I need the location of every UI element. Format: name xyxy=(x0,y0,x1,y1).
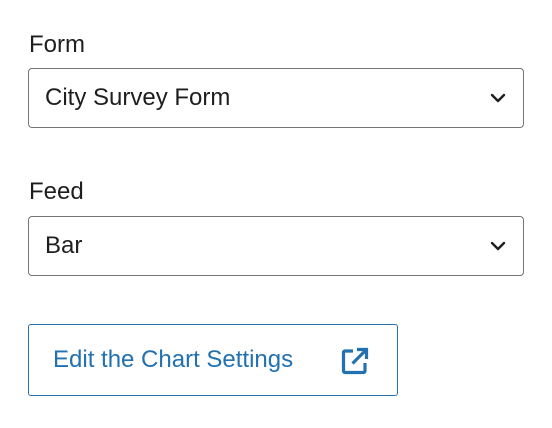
edit-chart-settings-label: Edit the Chart Settings xyxy=(53,346,294,373)
feed-select[interactable]: Bar xyxy=(28,216,524,276)
form-select[interactable]: City Survey Form xyxy=(28,68,524,128)
chevron-down-icon xyxy=(490,241,506,251)
external-link-icon xyxy=(340,346,370,376)
chevron-down-icon xyxy=(490,93,506,103)
form-select-value: City Survey Form xyxy=(45,84,231,111)
feed-label: Feed xyxy=(29,178,84,205)
feed-select-value: Bar xyxy=(45,232,83,259)
edit-chart-settings-button[interactable]: Edit the Chart Settings xyxy=(28,324,398,396)
form-label: Form xyxy=(29,31,85,58)
